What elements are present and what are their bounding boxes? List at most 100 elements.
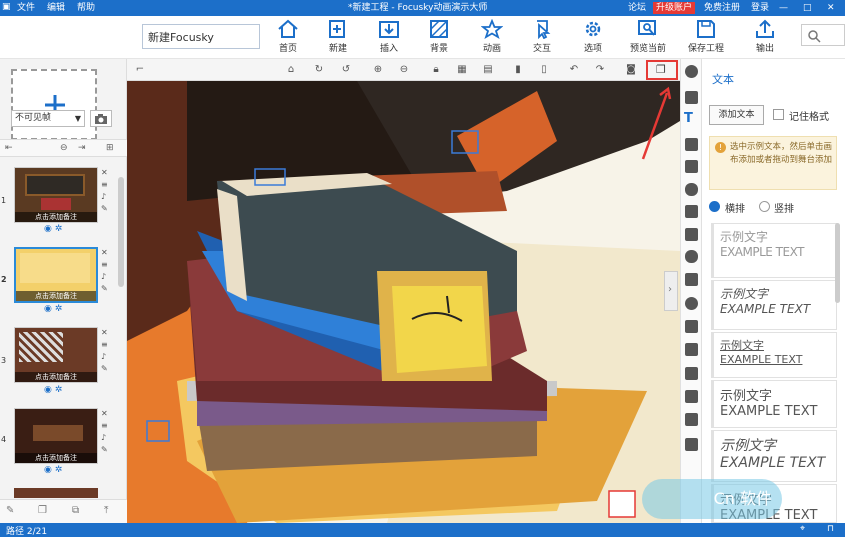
rotate-right-icon[interactable]: ↻ <box>312 63 326 77</box>
edit-icon[interactable]: ✎ <box>101 444 113 456</box>
slide-list-scrollbar[interactable] <box>118 177 124 287</box>
login-link[interactable]: 登录 <box>751 2 769 14</box>
image-category-icon[interactable] <box>685 91 698 104</box>
video-category-icon[interactable] <box>685 138 698 151</box>
link-category-icon[interactable] <box>685 250 698 263</box>
group-icon[interactable]: ⧉ <box>72 505 79 516</box>
search-box[interactable] <box>801 24 845 46</box>
slide-thumbnail-3[interactable]: 点击添加备注 <box>14 327 98 383</box>
insert-button[interactable]: 插入 <box>369 19 409 54</box>
screenshot-icon[interactable]: ◙ <box>624 63 638 77</box>
slide-caption[interactable]: 点击添加备注 <box>16 291 96 301</box>
mic-icon[interactable]: ♪ <box>101 432 113 444</box>
airplane-category-icon[interactable] <box>685 273 698 286</box>
menu-help[interactable]: 帮助 <box>77 2 95 14</box>
menu-icon[interactable]: ≡ <box>101 179 113 191</box>
grid-icon[interactable]: ▦ <box>455 63 469 77</box>
copy-icon[interactable]: ▮ <box>511 63 525 77</box>
close-window-button[interactable]: ✕ <box>827 2 835 14</box>
rotate-left-icon[interactable]: ↺ <box>339 63 353 77</box>
slide-thumbnail-2[interactable]: 点击添加备注 <box>14 247 98 303</box>
background-button[interactable]: 背景 <box>419 19 459 54</box>
maximize-button[interactable]: □ <box>803 2 812 14</box>
stack-category-icon[interactable] <box>685 413 698 426</box>
zoom-in-icon[interactable]: ⊕ <box>371 63 385 77</box>
play-icon[interactable]: ◉ <box>44 304 52 314</box>
export-button[interactable]: 输出 <box>745 19 785 54</box>
editing-canvas[interactable]: › <box>127 81 680 523</box>
menu-edit[interactable]: 编辑 <box>47 2 65 14</box>
slide-caption[interactable]: 点击添加备注 <box>15 453 97 463</box>
paste-icon[interactable]: ▯ <box>537 63 551 77</box>
home-button[interactable]: 首页 <box>268 19 308 54</box>
zoom-out-icon[interactable]: ⊖ <box>397 63 411 77</box>
menu-icon[interactable]: ≡ <box>101 259 113 271</box>
mic-icon[interactable]: ♪ <box>101 351 113 363</box>
slide-caption[interactable]: 点击添加备注 <box>15 372 97 382</box>
window-mode-button[interactable]: ❐ <box>646 60 678 80</box>
gear-icon[interactable]: ✲ <box>55 224 63 234</box>
slide-caption[interactable]: 点击添加备注 <box>15 212 97 222</box>
save-project-button[interactable]: 保存工程 <box>684 19 728 54</box>
collapse-panel-handle[interactable]: › <box>664 271 678 311</box>
edit-icon[interactable]: ✎ <box>101 363 113 375</box>
play-icon[interactable]: ◉ <box>44 465 52 475</box>
slide-thumbnail-4[interactable]: 点击添加备注 <box>14 408 98 464</box>
gear-icon[interactable]: ✲ <box>55 304 63 314</box>
text-style-sample-4[interactable]: 示例文字 EXAMPLE TEXT <box>711 380 837 428</box>
align-icon[interactable]: ▤ <box>481 63 495 77</box>
add-frame-button[interactable] <box>11 69 97 140</box>
animation-button[interactable]: 动画 <box>472 19 512 54</box>
media-category-icon[interactable] <box>685 160 698 173</box>
register-link[interactable]: 免费注册 <box>704 2 740 14</box>
menu-icon[interactable]: ≡ <box>101 339 113 351</box>
close-icon[interactable]: ✕ <box>101 408 113 420</box>
forum-link[interactable]: 论坛 <box>628 2 646 14</box>
gear-icon[interactable]: ✲ <box>55 465 63 475</box>
shape-category-icon[interactable] <box>685 65 698 78</box>
horizontal-radio[interactable] <box>709 201 720 212</box>
flash-category-icon[interactable] <box>685 343 698 356</box>
home-view-icon[interactable]: ⌂ <box>284 63 298 77</box>
preview-current-button[interactable]: 预览当前 <box>626 19 670 54</box>
new-button[interactable]: 新建 <box>318 19 358 54</box>
move-top-icon[interactable]: ⤒ <box>104 505 108 516</box>
menu-icon[interactable]: ≡ <box>101 420 113 432</box>
options-button[interactable]: 选项 <box>573 19 613 54</box>
edit-icon[interactable]: ✎ <box>101 203 113 215</box>
chart-category-icon[interactable] <box>685 205 698 218</box>
text-style-sample-3[interactable]: 示例文字 EXAMPLE TEXT <box>711 332 837 378</box>
edit-icon[interactable]: ✎ <box>101 283 113 295</box>
slide-thumbnail-5-partial[interactable] <box>14 488 98 498</box>
collapse-left-icon[interactable]: ⇤ <box>5 143 13 153</box>
people-category-icon[interactable] <box>685 228 698 241</box>
text-style-sample-5[interactable]: 示例文字 EXAMPLE TEXT <box>711 430 837 482</box>
lock-icon[interactable]: 🔒︎ <box>429 63 443 77</box>
layout-icon[interactable]: ⊞ <box>106 143 114 153</box>
vertical-radio[interactable] <box>759 201 770 212</box>
close-icon[interactable]: ✕ <box>101 327 113 339</box>
interaction-button[interactable]: 交互 <box>522 19 562 54</box>
play-icon[interactable]: ◉ <box>44 224 52 234</box>
collapse-right-icon[interactable]: ⇥ <box>78 143 86 153</box>
unlock-icon[interactable]: ⊓ <box>827 524 834 534</box>
project-name-input[interactable] <box>142 24 260 49</box>
pin-icon[interactable]: ⌖ <box>800 524 805 534</box>
close-icon[interactable]: ✕ <box>101 247 113 259</box>
upgrade-account-button[interactable]: 升级账户 <box>653 2 696 14</box>
layer-category-icon[interactable] <box>685 320 698 333</box>
camera-button[interactable] <box>90 110 112 127</box>
slide-thumbnail-1[interactable]: 点击添加备注 <box>14 167 98 223</box>
compass-category-icon[interactable] <box>685 297 698 310</box>
text-style-sample-2[interactable]: 示例文字 EXAMPLE TEXT <box>711 280 837 330</box>
undo-icon[interactable]: ↶ <box>567 63 581 77</box>
play-icon[interactable]: ◉ <box>44 385 52 395</box>
close-icon[interactable]: ✕ <box>101 167 113 179</box>
gear-icon[interactable]: ✲ <box>55 385 63 395</box>
minimize-button[interactable]: — <box>779 2 788 14</box>
text-style-sample-1[interactable]: 示例文字 EXAMPLE TEXT <box>711 223 837 278</box>
add-text-button[interactable]: 添加文本 <box>709 105 764 125</box>
sample-list-scrollbar[interactable] <box>835 223 840 303</box>
edit-frame-icon[interactable]: ✎ <box>6 505 14 516</box>
copy-frame-icon[interactable]: ❐ <box>38 505 47 516</box>
